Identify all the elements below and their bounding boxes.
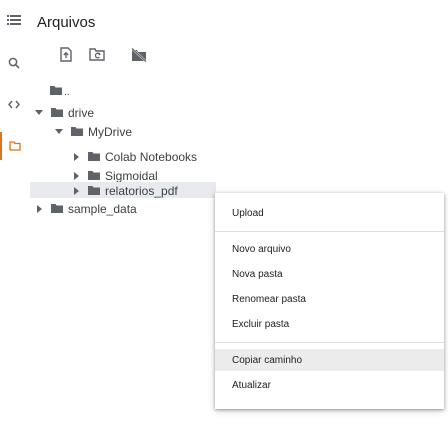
chevron-right-icon[interactable] — [34, 204, 44, 213]
parent-folder-label: .. — [64, 87, 70, 98]
menu-item-new-file[interactable]: Novo arquivo — [215, 238, 444, 260]
chevron-right-icon[interactable] — [71, 152, 81, 161]
folder-icon — [51, 204, 63, 213]
panel-title: Arquivos — [37, 14, 96, 31]
hide-drive-button[interactable] — [128, 46, 150, 68]
tree-item-drive[interactable]: drive — [34, 104, 94, 121]
folder-icon — [88, 186, 100, 195]
menu-item-rename-folder[interactable]: Renomear pasta — [215, 288, 444, 310]
upload-file-icon — [60, 47, 72, 67]
upload-file-button[interactable] — [55, 46, 77, 68]
menu-item-upload[interactable]: Upload — [215, 202, 444, 224]
tree-item-label: Sigmoidal — [105, 168, 158, 183]
menu-item-delete-folder[interactable]: Excluir pasta — [215, 313, 444, 335]
menu-item-new-folder[interactable]: Nova pasta — [215, 263, 444, 285]
menu-item-copy-path[interactable]: Copiar caminho — [215, 349, 444, 371]
tree-item-label: MyDrive — [88, 124, 132, 139]
refresh-folder-button[interactable] — [86, 46, 108, 68]
parent-folder-row[interactable]: .. — [50, 82, 70, 99]
folder-icon — [9, 141, 21, 151]
code-snippets-button[interactable] — [0, 90, 28, 118]
tree-item-colab-notebooks[interactable]: Colab Notebooks — [71, 148, 197, 165]
folder-icon — [51, 108, 63, 117]
menu-item-refresh[interactable]: Atualizar — [215, 374, 444, 396]
chevron-right-icon[interactable] — [71, 171, 81, 180]
folder-icon — [71, 127, 83, 136]
search-icon — [8, 57, 20, 69]
code-icon — [8, 100, 20, 109]
left-rail — [0, 0, 28, 428]
folder-icon — [88, 171, 100, 180]
tree-item-mydrive[interactable]: MyDrive — [54, 123, 132, 140]
tree-item-label: sample_data — [68, 201, 137, 216]
search-button[interactable] — [0, 49, 28, 77]
tree-item-label: drive — [68, 105, 95, 120]
tree-item-relatorios-pdf[interactable]: relatorios_pdf — [71, 182, 178, 199]
tree-item-label: Colab Notebooks — [105, 149, 198, 164]
context-menu: Upload Novo arquivo Nova pasta Renomear … — [215, 193, 444, 409]
chevron-down-icon[interactable] — [54, 129, 64, 134]
chevron-down-icon[interactable] — [34, 110, 44, 115]
menu-icon — [7, 14, 21, 26]
tree-item-label: relatorios_pdf — [105, 183, 178, 198]
menu-divider — [215, 231, 444, 232]
menu-divider — [215, 342, 444, 343]
chevron-right-icon[interactable] — [71, 186, 81, 195]
tree-item-sample-data-row[interactable]: sample_data — [34, 200, 137, 217]
refresh-folder-icon — [89, 48, 105, 66]
folder-icon — [88, 152, 100, 161]
menu-button[interactable] — [0, 6, 28, 34]
hide-drive-icon — [131, 47, 147, 67]
files-button[interactable] — [0, 132, 28, 160]
folder-icon — [50, 86, 62, 95]
